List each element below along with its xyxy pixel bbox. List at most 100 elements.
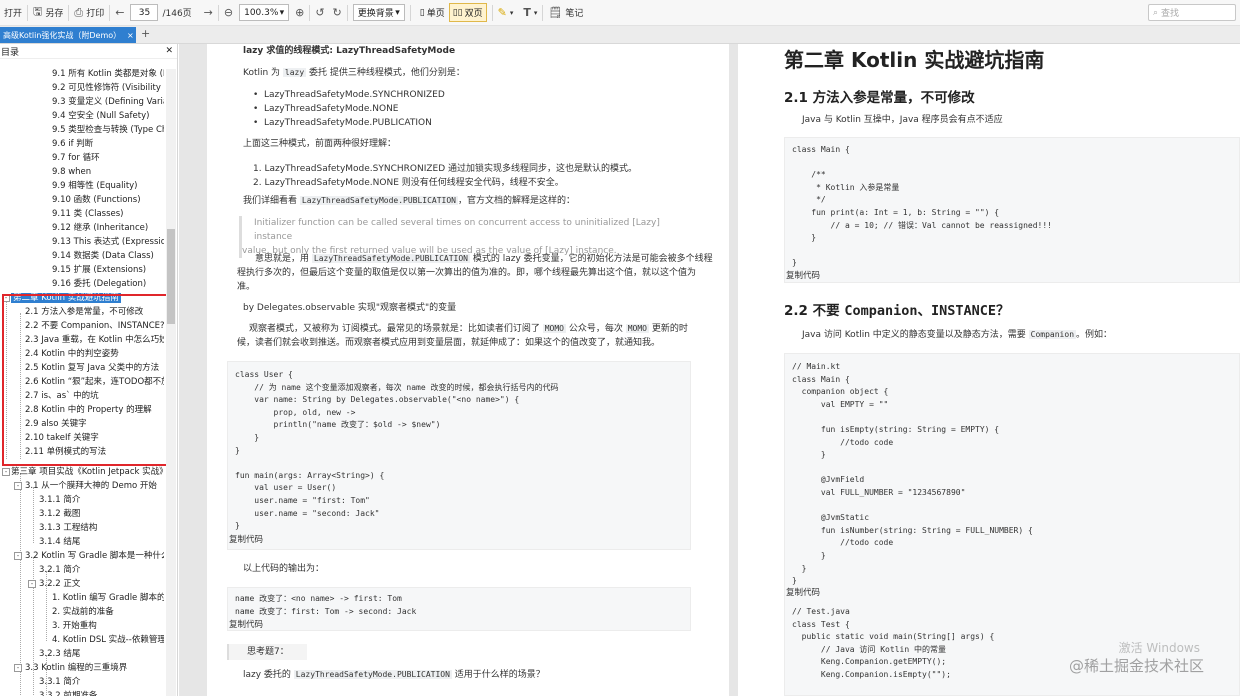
code-line: */ — [792, 195, 826, 205]
list-item-text: LazyThreadSafetyMode.SYNCHRONIZED — [264, 90, 445, 100]
scrollbar-thumb[interactable] — [167, 229, 175, 324]
toc-item[interactable]: 3.3.1 简介 — [39, 676, 164, 689]
close-icon[interactable]: ✕ — [165, 46, 173, 56]
code-line: class Main { — [792, 374, 850, 384]
toc-item[interactable]: 9.16 委托 (Delegation) — [52, 278, 164, 291]
zoom-in-button[interactable]: ⊕ — [295, 6, 304, 19]
prev-page-button[interactable]: ← — [115, 6, 124, 19]
toc-item[interactable]: 3.2.3 结尾 — [39, 648, 164, 661]
paragraph: by Delegates.observable 实现"观察者模式"的变量 — [243, 303, 457, 313]
toc-item-label: 9.1 所有 Kotlin 类都是对象 (Everything in Kotli… — [52, 69, 164, 79]
print-label: 打印 — [86, 9, 105, 19]
paragraph: Java 与 Kotlin 互操中，Java 程序员会有点不适应 — [802, 115, 1003, 125]
toc-item[interactable]: 9.14 数据类 (Data Class) — [52, 250, 164, 263]
toc-item[interactable]: 9.8 when — [52, 166, 164, 179]
background-select[interactable]: 更换背景 ▾ — [352, 4, 405, 21]
toc-item[interactable]: 3.1 从一个膜拜大神的 Demo 开始 — [25, 480, 164, 493]
code-line: user.name = "second: Jack" — [235, 508, 380, 518]
toc-item[interactable]: 3. 开始重构 — [52, 620, 164, 633]
toc-item[interactable]: 3.2.2 正文 — [39, 578, 164, 591]
code-line: // Java 访问 Kotlin 中的常量 — [792, 644, 946, 654]
toc-item[interactable]: 9.7 for 循环 — [52, 152, 164, 165]
list-item-text: LazyThreadSafetyMode.NONE — [264, 104, 399, 114]
collapse-toggle-icon[interactable]: - — [14, 482, 22, 490]
toc-item[interactable]: 3.2 Kotlin 写 Gradle 脚本是一种什么体验? — [25, 550, 164, 563]
toc-item-label: 3.2 Kotlin 写 Gradle 脚本是一种什么体验? — [25, 551, 164, 561]
rotate-left-button[interactable]: ↺ — [315, 6, 324, 19]
code-line: //todo code — [792, 538, 894, 548]
toc-item[interactable]: 3.3 Kotlin 编程的三重境界 — [25, 662, 164, 675]
toc-item[interactable]: 3.2.1 简介 — [39, 564, 164, 577]
toc-item[interactable]: 9.5 类型检查与转换 (Type Checks and Casts) — [52, 124, 164, 137]
page-right: 第二章 Kotlin 实战避坑指南 2.1 方法入参是常量，不可修改 Java … — [738, 44, 1240, 696]
toc-item[interactable]: 3.1.2 截图 — [39, 508, 164, 521]
toc-item[interactable]: 9.12 继承 (Inheritance) — [52, 222, 164, 235]
collapse-toggle-icon[interactable]: - — [28, 580, 36, 588]
toc-item[interactable]: 9.10 函数 (Functions) — [52, 194, 164, 207]
search-input[interactable]: ⌕ 查找 — [1148, 4, 1236, 21]
code-line: fun isEmpty(string: String = EMPTY) { — [792, 425, 1000, 434]
text-color-button[interactable]: T ▾ — [523, 6, 537, 19]
toc-item[interactable]: 3.1.3 工程结构 — [39, 522, 164, 535]
collapse-toggle-icon[interactable]: - — [14, 552, 22, 560]
toc-item[interactable]: 9.11 类 (Classes) — [52, 208, 164, 221]
collapse-toggle-icon[interactable]: - — [2, 468, 10, 476]
close-icon[interactable]: × — [127, 31, 134, 40]
zoom-out-icon: ⊖ — [223, 6, 234, 19]
open-label: 打开 — [4, 9, 23, 19]
save-icon: 🖫 — [33, 5, 43, 18]
tree-line — [20, 473, 21, 696]
toc-item[interactable]: 1. Kotlin 编写 Gradle 脚本的优势 — [52, 592, 164, 605]
toc-item[interactable]: 9.13 This 表达式 (Expressions) — [52, 236, 164, 249]
note-icon: 🗒 — [548, 6, 563, 19]
toc-item[interactable]: 9.15 扩展 (Extensions) — [52, 264, 164, 277]
toc-item-label: 3.1.2 截图 — [39, 509, 81, 519]
list-item: • LazyThreadSafetyMode.PUBLICATION — [253, 118, 432, 128]
open-button[interactable]: 打开 — [4, 6, 22, 19]
inline-code: lazy — [282, 68, 307, 77]
section-heading: lazy 求值的线程模式: LazyThreadSafetyMode — [243, 46, 456, 56]
new-tab-button[interactable]: + — [141, 27, 150, 40]
page-number-input[interactable]: 35 — [130, 4, 159, 21]
divider — [27, 4, 29, 21]
toc-item[interactable]: 9.2 可见性修饰符 (Visibility Modifiers) — [52, 82, 164, 95]
single-label: 单页 — [426, 9, 445, 19]
single-page-button[interactable]: ▯ 单页 — [416, 3, 449, 22]
rotate-right-button[interactable]: ↻ — [333, 6, 342, 19]
toc-item-label: 3.3.1 简介 — [39, 677, 81, 687]
zoom-out-button[interactable]: ⊖ — [224, 6, 233, 19]
toc-item-label: 3.1 从一个膜拜大神的 Demo 开始 — [25, 481, 157, 491]
watermark: @稀土掘金技术社区 — [1068, 657, 1204, 675]
toc-item[interactable]: 3.3.2 前期准备 — [39, 690, 164, 696]
toc-item[interactable]: 3.1.1 简介 — [39, 494, 164, 507]
tree-line — [33, 487, 34, 543]
toc-item[interactable]: 9.1 所有 Kotlin 类都是对象 (Everything in Kotli… — [52, 68, 164, 81]
copy-code-button[interactable]: 复制代码 — [229, 533, 263, 545]
text: 更新的时 — [649, 324, 688, 334]
next-page-button[interactable]: → — [204, 6, 213, 19]
collapse-toggle-icon[interactable]: - — [14, 664, 22, 672]
toc-scrollbar[interactable] — [166, 69, 176, 696]
toc-item-label: 9.14 数据类 (Data Class) — [52, 251, 154, 261]
notes-button[interactable]: 🗒 笔记 — [548, 6, 583, 19]
code-block: name 改变了：<no name> -> first: Tom name 改变了… — [227, 587, 691, 631]
text: 。例如： — [1076, 330, 1113, 340]
toc-item[interactable]: 第三章 项目实战《Kotlin Jetpack 实战》 — [11, 466, 164, 479]
copy-code-button[interactable]: 复制代码 — [786, 269, 820, 281]
toc-item[interactable]: 3.1.4 结尾 — [39, 536, 164, 549]
document-tab[interactable]: 高级Kotlin强化实战（附Demo） × — [0, 27, 136, 43]
copy-code-button[interactable]: 复制代码 — [229, 618, 263, 630]
toc-item[interactable]: 9.3 变量定义 (Defining Variables) — [52, 96, 164, 109]
print-button[interactable]: ⎙ 打印 — [74, 6, 104, 20]
double-page-button[interactable]: ▯▯ 双页 — [448, 3, 487, 22]
zoom-select[interactable]: 100.3% ▾ — [239, 4, 290, 21]
toc-item[interactable]: 9.6 if 判断 — [52, 138, 164, 151]
toc-item[interactable]: 9.4 空安全 (Null Safety) — [52, 110, 164, 123]
saveas-button[interactable]: 🖫 另存 — [33, 3, 63, 22]
toc-item[interactable]: 2. 实战前的准备 — [52, 606, 164, 619]
copy-code-button[interactable]: 复制代码 — [786, 586, 820, 598]
toc-item[interactable]: 9.9 相等性 (Equality) — [52, 180, 164, 193]
highlight-button[interactable]: ✎ ▾ — [498, 6, 514, 19]
page-total-label: /146页 — [162, 9, 192, 19]
toc-item[interactable]: 4. Kotlin DSL 实战--依赖管理 — [52, 634, 164, 647]
